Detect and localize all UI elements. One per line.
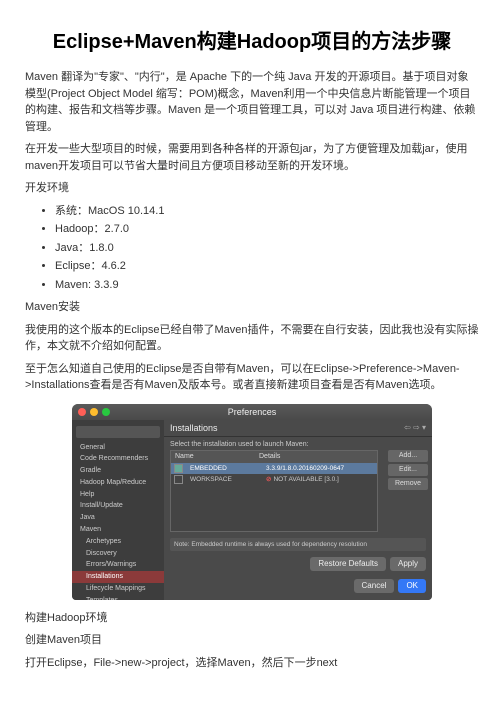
error-icon: ⊘: [266, 476, 271, 483]
edit-button[interactable]: Edit...: [388, 464, 428, 476]
list-item: Java：1.8.0: [55, 240, 479, 257]
table-row[interactable]: EMBEDDED 3.3.9/1.8.0.20160209-0647: [171, 463, 377, 474]
remove-button[interactable]: Remove: [388, 478, 428, 490]
row-details: 3.3.9/1.8.0.20160209-0647: [262, 465, 377, 472]
tree-item-maven[interactable]: Maven: [72, 524, 164, 536]
checkbox-icon[interactable]: [174, 475, 183, 484]
list-item: 系统：MacOS 10.14.1: [55, 203, 479, 220]
build-hadoop-heading: 构建Hadoop环境: [25, 610, 479, 627]
maven-paragraph-1: 我使用的这个版本的Eclipse已经自带了Maven插件，不需要在自行安装，因此…: [25, 322, 479, 355]
step-text: 打开Eclipse，File->new->project，选择Maven，然后下…: [25, 655, 479, 672]
tree-item-general[interactable]: General: [72, 442, 164, 454]
panel-description: Select the installation used to launch M…: [164, 437, 432, 450]
list-item: Hadoop：2.7.0: [55, 221, 479, 238]
apply-button[interactable]: Apply: [390, 557, 426, 571]
env-list: 系统：MacOS 10.14.1 Hadoop：2.7.0 Java：1.8.0…: [25, 203, 479, 294]
page-title: Eclipse+Maven构建Hadoop项目的方法步骤: [25, 25, 479, 54]
tree-item-install-update[interactable]: Install/Update: [72, 500, 164, 512]
ok-button[interactable]: OK: [398, 579, 426, 593]
maven-install-heading: Maven安装: [25, 299, 479, 316]
tree-item-archetypes[interactable]: Archetypes: [72, 536, 164, 548]
create-maven-heading: 创建Maven项目: [25, 632, 479, 649]
tree-item-installations[interactable]: Installations: [72, 571, 164, 583]
window-title: Preferences: [72, 407, 432, 417]
add-button[interactable]: Add...: [388, 450, 428, 462]
tree-item-lifecycle[interactable]: Lifecycle Mappings: [72, 583, 164, 595]
checkbox-icon[interactable]: [174, 464, 183, 473]
intro-paragraph-2: 在开发一些大型项目的时候，需要用到各种各样的开源包jar，为了方便管理及加载ja…: [25, 141, 479, 174]
row-name: WORKSPACE: [186, 476, 262, 483]
tree-item-hadoop[interactable]: Hadoop Map/Reduce: [72, 477, 164, 489]
tree-item-code-recommenders[interactable]: Code Recommenders: [72, 453, 164, 465]
tree-item-help[interactable]: Help: [72, 489, 164, 501]
restore-defaults-button[interactable]: Restore Defaults: [310, 557, 386, 571]
tree-item-errors[interactable]: Errors/Warnings: [72, 559, 164, 571]
table-row[interactable]: WORKSPACE ⊘NOT AVAILABLE [3.0.]: [171, 474, 377, 485]
row-name: EMBEDDED: [186, 465, 262, 472]
note-text: Note: Embedded runtime is always used fo…: [170, 538, 426, 551]
intro-paragraph-1: Maven 翻译为"专家"、"内行"，是 Apache 下的一个纯 Java 开…: [25, 69, 479, 135]
list-item: Eclipse：4.6.2: [55, 258, 479, 275]
dev-env-heading: 开发环境: [25, 180, 479, 197]
tree-item-gradle[interactable]: Gradle: [72, 465, 164, 477]
preferences-main: Installations ⇦ ⇨ ▾ Select the installat…: [164, 420, 432, 600]
nav-arrows-icon[interactable]: ⇦ ⇨ ▾: [404, 423, 426, 432]
search-input[interactable]: [76, 426, 160, 438]
tree-item-java[interactable]: Java: [72, 512, 164, 524]
preferences-window: Preferences General Code Recommenders Gr…: [72, 404, 432, 600]
installations-table: Name Details EMBEDDED 3.3.9/1.8.0.201602…: [170, 450, 378, 532]
tree-item-discovery[interactable]: Discovery: [72, 548, 164, 560]
maven-paragraph-2: 至于怎么知道自己使用的Eclipse是否自带有Maven，可以在Eclipse-…: [25, 361, 479, 394]
panel-title: Installations: [170, 423, 218, 433]
column-name: Name: [171, 453, 255, 460]
preferences-sidebar: General Code Recommenders Gradle Hadoop …: [72, 420, 164, 600]
tree-item-templates[interactable]: Templates: [72, 595, 164, 600]
list-item: Maven: 3.3.9: [55, 277, 479, 294]
row-details: ⊘NOT AVAILABLE [3.0.]: [262, 475, 377, 483]
window-titlebar: Preferences: [72, 404, 432, 420]
cancel-button[interactable]: Cancel: [354, 579, 395, 593]
column-details: Details: [255, 453, 377, 460]
